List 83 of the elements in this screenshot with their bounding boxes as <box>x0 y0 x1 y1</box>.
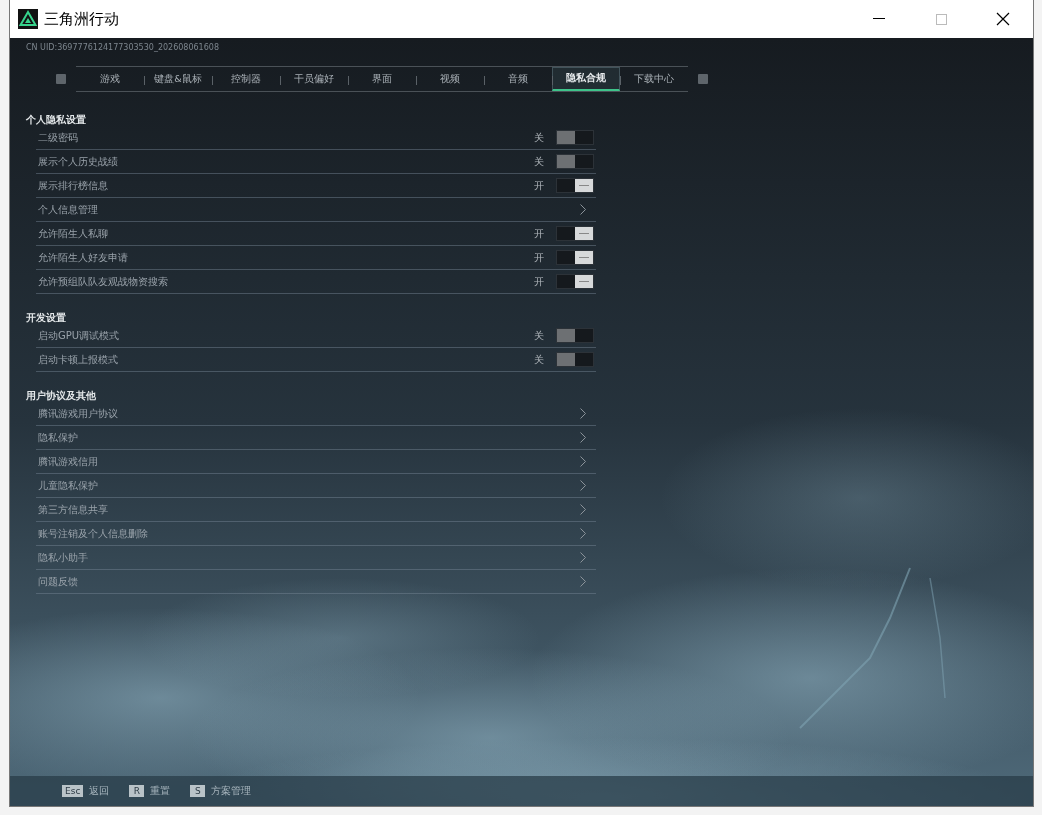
toggle-switch[interactable] <box>556 154 594 169</box>
hint-label: 返回 <box>89 784 110 798</box>
section-heading: 用户协议及其他 <box>26 390 97 402</box>
setting-label: 启动GPU调试模式 <box>38 328 121 343</box>
toggle-switch[interactable] <box>556 130 594 145</box>
toggle-state-text: 开 <box>534 250 544 265</box>
setting-row[interactable]: 允许陌生人好友申请 开 <box>36 246 596 270</box>
setting-label: 允许陌生人私聊 <box>38 226 109 241</box>
toggle-switch[interactable] <box>556 250 594 265</box>
setting-row[interactable]: 展示排行榜信息 开 <box>36 174 596 198</box>
close-icon[interactable] <box>996 12 1010 26</box>
setting-label: 允许预组队队友观战物资搜索 <box>38 274 169 289</box>
hint-label: 方案管理 <box>211 784 252 798</box>
setting-label: 隐私小助手 <box>38 550 89 565</box>
toggle-state-text: 关 <box>534 154 544 169</box>
setting-row[interactable]: 隐私保护 <box>36 426 596 450</box>
setting-label: 个人信息管理 <box>38 202 99 217</box>
chevron-right-icon[interactable] <box>580 432 586 443</box>
setting-label: 账号注销及个人信息删除 <box>38 526 149 541</box>
minimize-icon[interactable] <box>873 18 885 20</box>
settings-tab[interactable]: 隐私合规 <box>552 67 620 91</box>
setting-row[interactable]: 允许预组队队友观战物资搜索 开 <box>36 270 596 294</box>
uid-text: CN UID:3697776124177303530_202608061608 <box>26 43 220 54</box>
setting-row[interactable]: 账号注销及个人信息删除 <box>36 522 596 546</box>
setting-label: 启动卡顿上报模式 <box>38 352 119 367</box>
chevron-right-icon[interactable] <box>580 552 586 563</box>
window-title: 三角洲行动 <box>44 9 120 29</box>
chevron-right-icon[interactable] <box>580 408 586 419</box>
setting-label: 问题反馈 <box>38 574 79 589</box>
key-cap[interactable]: S <box>190 785 206 797</box>
toggle-state-text: 关 <box>534 130 544 145</box>
setting-label: 腾讯游戏用户协议 <box>38 406 119 421</box>
setting-row[interactable]: 二级密码 关 <box>36 126 596 150</box>
toggle-state-text: 开 <box>534 178 544 193</box>
key-cap[interactable]: Esc <box>62 785 84 797</box>
settings-tab[interactable]: 游戏 <box>76 67 144 91</box>
section-heading: 开发设置 <box>26 312 67 324</box>
setting-row[interactable]: 腾讯游戏信用 <box>36 450 596 474</box>
toggle-state-text: 开 <box>534 226 544 241</box>
setting-row[interactable]: 问题反馈 <box>36 570 596 594</box>
chevron-right-icon[interactable] <box>580 504 586 515</box>
toggle-state-text: 关 <box>534 352 544 367</box>
toggle-switch[interactable] <box>556 178 594 193</box>
setting-row[interactable]: 展示个人历史战绩 关 <box>36 150 596 174</box>
chevron-right-icon[interactable] <box>580 480 586 491</box>
toggle-switch[interactable] <box>556 274 594 289</box>
settings-tab[interactable]: 音频 <box>484 67 552 91</box>
setting-row[interactable]: 启动卡顿上报模式 关 <box>36 348 596 372</box>
setting-row[interactable]: 个人信息管理 <box>36 198 596 222</box>
setting-label: 展示排行榜信息 <box>38 178 109 193</box>
toggle-switch[interactable] <box>556 352 594 367</box>
setting-label: 腾讯游戏信用 <box>38 454 99 469</box>
toggle-switch[interactable] <box>556 226 594 241</box>
settings-tab[interactable]: 控制器 <box>212 67 280 91</box>
settings-tab[interactable]: 干员偏好 <box>280 67 348 91</box>
hint-label: 重置 <box>150 784 171 798</box>
settings-tab[interactable]: 界面 <box>348 67 416 91</box>
toggle-switch[interactable] <box>556 328 594 343</box>
chevron-right-icon[interactable] <box>580 576 586 587</box>
setting-row[interactable]: 腾讯游戏用户协议 <box>36 402 596 426</box>
toggle-state-text: 关 <box>534 328 544 343</box>
setting-row[interactable]: 允许陌生人私聊 开 <box>36 222 596 246</box>
setting-label: 二级密码 <box>38 130 79 145</box>
settings-tab[interactable]: 视频 <box>416 67 484 91</box>
chevron-right-icon[interactable] <box>580 528 586 539</box>
chevron-right-icon[interactable] <box>580 456 586 467</box>
app-logo-icon <box>18 9 38 29</box>
setting-label: 第三方信息共享 <box>38 502 109 517</box>
toggle-state-text: 开 <box>534 274 544 289</box>
key-cap[interactable]: R <box>129 785 145 797</box>
setting-label: 展示个人历史战绩 <box>38 154 119 169</box>
maximize-icon <box>935 13 947 25</box>
chevron-right-icon[interactable] <box>580 204 586 215</box>
settings-tab[interactable]: 键盘&鼠标 <box>144 67 212 91</box>
setting-row[interactable]: 第三方信息共享 <box>36 498 596 522</box>
settings-tab[interactable]: 下载中心 <box>620 67 688 91</box>
setting-row[interactable]: 启动GPU调试模式 关 <box>36 324 596 348</box>
setting-label: 允许陌生人好友申请 <box>38 250 129 265</box>
setting-label: 隐私保护 <box>38 430 79 445</box>
setting-row[interactable]: 隐私小助手 <box>36 546 596 570</box>
setting-label: 儿童隐私保护 <box>38 478 99 493</box>
setting-row[interactable]: 儿童隐私保护 <box>36 474 596 498</box>
section-heading: 个人隐私设置 <box>26 114 87 126</box>
